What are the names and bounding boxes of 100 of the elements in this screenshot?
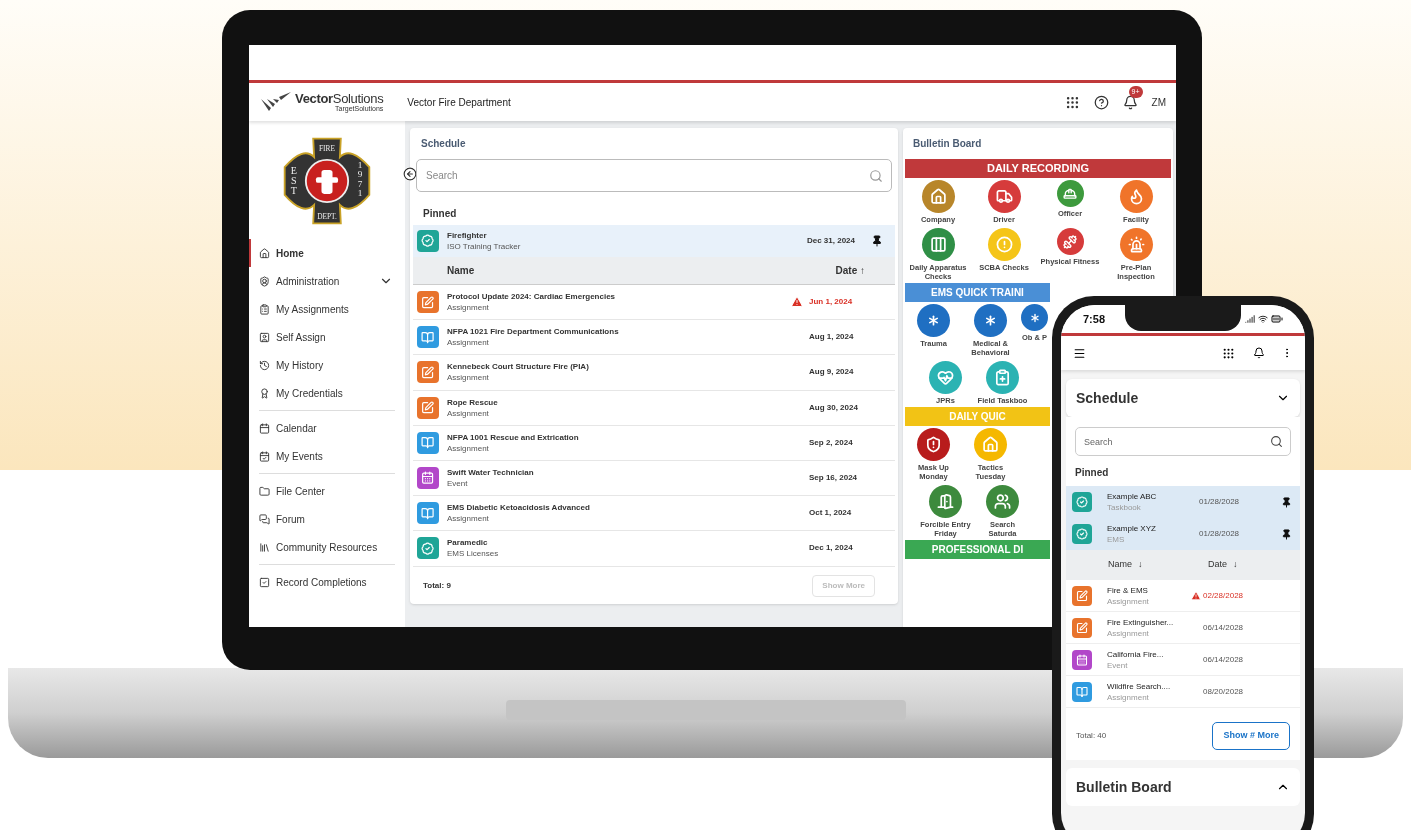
item-date: 02/28/2028 — [1203, 589, 1244, 602]
menu-icon[interactable] — [1073, 346, 1086, 360]
item-title: Firefighter — [447, 230, 488, 241]
badge-check-icon — [417, 537, 439, 560]
item-date: Sep 2, 2024 — [809, 436, 853, 449]
apps-grid-icon[interactable] — [1064, 94, 1080, 110]
column-header[interactable]: Name — [447, 263, 475, 278]
calendar-icon — [259, 450, 270, 462]
item-title: Example ABC — [1107, 491, 1158, 502]
item-title: NFPA 1021 Fire Department Communications — [447, 326, 619, 338]
schedule-row[interactable]: Wildfire Search.... Assignment 08/20/2028 — [1066, 676, 1300, 708]
item-title: Swift Water Technician — [447, 467, 534, 479]
item-title: Kennebeck Court Structure Fire (PIA) — [447, 361, 589, 373]
signal-icon — [1245, 314, 1255, 324]
schedule-row[interactable]: Fire Extinguisher... Assignment 06/14/2028 — [1066, 612, 1300, 644]
item-type: ISO Training Tracker — [447, 241, 521, 252]
book-icon — [417, 502, 439, 525]
clipboard-icon — [259, 303, 270, 315]
item-date: 08/20/2028 — [1203, 685, 1244, 698]
calendar-icon — [259, 422, 270, 434]
edit-icon — [417, 361, 439, 384]
section-label: Pinned — [1075, 466, 1110, 480]
fire-department-emblem: FIRE DEPT. EST 1971 — [281, 135, 373, 227]
schedule-row[interactable]: Rope Rescue Assignment Aug 30, 2024 — [413, 390, 895, 426]
schedule-row[interactable]: EMS Diabetic Ketoacidosis Advanced Assignment Oct 1, 2024 — [413, 496, 895, 532]
book-icon — [417, 431, 439, 454]
search-field[interactable]: Search — [416, 159, 892, 192]
notification-bell-icon[interactable] — [1122, 94, 1138, 110]
pinned-row[interactable]: Firefighter ISO Training Tracker Dec 31, 2024 — [413, 225, 895, 257]
pinned-row[interactable]: Example ABC Taskbook 01/28/2028 — [1066, 486, 1300, 518]
item-date: 06/14/2028 — [1203, 621, 1244, 634]
item-date: Dec 1, 2024 — [809, 542, 853, 555]
show-more-button[interactable]: Show # More — [1212, 722, 1290, 750]
item-title: Fire & EMS — [1107, 584, 1149, 596]
notification-bell-icon[interactable] — [1253, 347, 1265, 359]
column-header[interactable]: Name ↓ — [1108, 558, 1208, 572]
search-field[interactable]: Search — [1075, 427, 1291, 456]
schedule-row[interactable]: Paramedic EMS Licenses Dec 1, 2024 — [413, 531, 895, 567]
sidebar-item[interactable]: My History — [249, 351, 405, 379]
bulletin-accordion-header[interactable]: Bulletin Board — [1066, 768, 1300, 806]
sidebar-item[interactable]: Record Completions — [249, 568, 405, 596]
item-date: Oct 1, 2024 — [809, 507, 852, 520]
item-date: Jun 1, 2024 — [809, 296, 853, 309]
edit-icon — [417, 396, 439, 419]
sidebar-item[interactable]: My Assignments — [249, 295, 405, 323]
item-type: Assignment — [447, 513, 490, 525]
search-icon[interactable] — [1270, 435, 1283, 448]
item-title: Paramedic — [447, 537, 489, 549]
item-title: Protocol Update 2024: Cardiac Emergencies — [447, 291, 616, 303]
column-header[interactable]: Date ↓ — [1208, 558, 1238, 572]
item-type: Assignment — [1107, 691, 1150, 703]
sidebar-item[interactable]: Calendar — [249, 414, 405, 442]
schedule-row[interactable]: Kennebeck Court Structure Fire (PIA) Assignment Aug 9, 2024 — [413, 355, 895, 391]
item-type: Assignment — [447, 442, 490, 454]
pin-icon[interactable] — [1281, 528, 1292, 540]
sidebar-item[interactable]: Home — [249, 239, 405, 267]
item-type: Assignment — [447, 337, 490, 349]
section-banner: EMS QUICK TRAINI — [905, 283, 1050, 302]
calendar-icon — [1072, 649, 1092, 670]
item-date: Dec 31, 2024 — [806, 235, 855, 247]
item-date: 01/28/2028 — [1199, 528, 1240, 540]
item-date: Aug 9, 2024 — [809, 366, 854, 379]
item-date: 06/14/2028 — [1203, 653, 1244, 666]
sidebar-item[interactable]: Self Assign — [249, 323, 405, 351]
schedule-row[interactable]: NFPA 1001 Rescue and Extrication Assignment Sep 2, 2024 — [413, 425, 895, 461]
wifi-icon — [1258, 314, 1268, 324]
checkbox-icon — [259, 576, 270, 588]
card-title: Schedule — [421, 137, 467, 151]
sidebar-item[interactable]: My Credentials — [249, 379, 405, 407]
item-title: Wildfire Search.... — [1107, 680, 1172, 692]
sidebar-item[interactable]: Community Resources — [249, 533, 405, 561]
sidebar-item[interactable]: Administration — [249, 267, 405, 295]
pin-icon[interactable] — [871, 235, 883, 247]
total-count: Total: 9 — [423, 579, 451, 592]
item-date: Aug 30, 2024 — [809, 401, 858, 414]
sidebar-item[interactable]: My Events — [249, 442, 405, 470]
schedule-row[interactable]: Swift Water Technician Event Sep 16, 2024 — [413, 460, 895, 497]
schedule-row[interactable]: NFPA 1021 Fire Department Communications Assignment Aug 1, 2024 — [413, 320, 895, 356]
collapse-sidebar-icon[interactable] — [403, 167, 417, 181]
pinned-row[interactable]: Example XYZ EMS 01/28/2028 — [1066, 518, 1300, 550]
item-date: Aug 1, 2024 — [809, 331, 854, 344]
help-icon[interactable] — [1093, 94, 1109, 110]
history-icon — [259, 359, 270, 371]
schedule-accordion-header[interactable]: Schedule — [1066, 379, 1300, 417]
user-initials[interactable]: ZM — [1151, 94, 1166, 110]
total-count: Total: 40 — [1076, 730, 1107, 742]
sidebar-item[interactable]: Forum — [249, 505, 405, 533]
column-header[interactable]: Date ↑ — [835, 263, 865, 278]
department-name: Vector Fire Department — [407, 95, 511, 110]
pin-icon[interactable] — [1281, 496, 1292, 508]
edit-icon — [417, 291, 439, 314]
item-type: Assignment — [1107, 595, 1150, 607]
status-time: 7:58 — [1083, 311, 1106, 327]
apps-grid-icon[interactable] — [1222, 346, 1235, 360]
schedule-row[interactable]: Fire & EMS Assignment 02/28/2028 — [1066, 580, 1300, 612]
schedule-row[interactable]: Protocol Update 2024: Cardiac Emergencies Assignment Jun 1, 2024 — [413, 285, 895, 321]
schedule-row[interactable]: California Fire... Event 06/14/2028 — [1066, 644, 1300, 676]
item-date: Sep 16, 2024 — [809, 472, 858, 485]
badge-check-icon — [1072, 524, 1092, 544]
sidebar-item[interactable]: File Center — [249, 477, 405, 505]
